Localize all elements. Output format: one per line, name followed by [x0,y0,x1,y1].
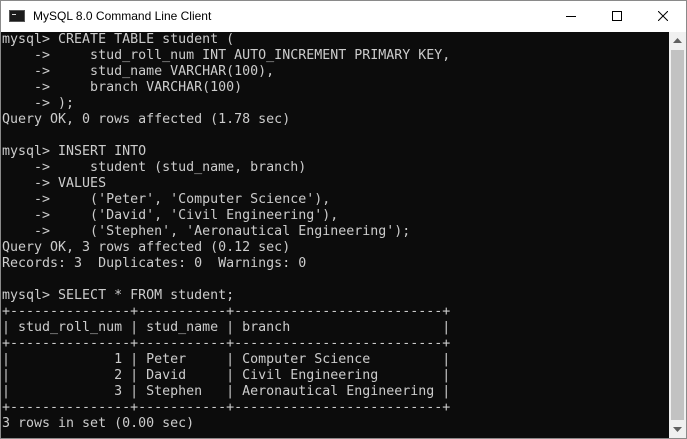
terminal-line: -> stud_roll_num INT AUTO_INCREMENT PRIM… [2,48,451,63]
terminal-line: | 2 | David | Civil Engineering | [2,368,451,383]
terminal-line: -> ); [2,96,75,111]
window-title: MySQL 8.0 Command Line Client [33,9,212,23]
close-icon [658,11,668,21]
terminal-line: mysql> SELECT * FROM student; [2,288,235,303]
scroll-up-button[interactable] [669,32,686,49]
scroll-up-arrow-icon [673,38,682,43]
vertical-scrollbar[interactable] [669,32,686,438]
terminal-line: -> branch VARCHAR(100) [2,80,243,95]
terminal-line: Query OK, 0 rows affected (1.78 sec) [2,112,291,127]
terminal-line: mysql> INSERT INTO [2,144,147,159]
terminal-line: 3 rows in set (0.00 sec) [2,416,195,431]
terminal-line: +---------------+-----------+-----------… [2,336,451,351]
terminal-line: -> student (stud_name, branch) [2,160,307,175]
scroll-down-button[interactable] [669,421,686,438]
window-controls [548,1,686,31]
terminal-lines: mysql> CREATE TABLE student ( -> stud_ro… [2,32,450,438]
terminal-line: -> ('David', 'Civil Engineering'), [2,208,339,223]
terminal-line: +---------------+-----------+-----------… [2,304,451,319]
mysql-console-window: MySQL 8.0 Command Line Client mysql> CRE… [0,0,687,439]
terminal-line: | 3 | Stephen | Aeronautical Engineering… [2,384,451,399]
terminal-line: | stud_roll_num | stud_name | branch | [2,320,451,335]
console-icon[interactable] [9,10,25,22]
terminal-line: -> VALUES [2,176,107,191]
close-button[interactable] [640,1,686,31]
terminal-line: mysql> CREATE TABLE student ( [2,32,235,47]
minimize-icon [566,16,576,17]
terminal-line: Records: 3 Duplicates: 0 Warnings: 0 [2,256,307,271]
maximize-button[interactable] [594,1,640,31]
terminal-line: Query OK, 3 rows affected (0.12 sec) [2,240,291,255]
terminal-line: -> stud_name VARCHAR(100), [2,64,275,79]
terminal-output[interactable]: mysql> CREATE TABLE student ( -> stud_ro… [1,32,669,438]
terminal-line: -> ('Stephen', 'Aeronautical Engineering… [2,224,411,239]
terminal-line: +---------------+-----------+-----------… [2,400,451,415]
scroll-thumb[interactable] [671,50,684,420]
terminal-line: | 1 | Peter | Computer Science | [2,352,451,367]
maximize-icon [612,11,622,21]
minimize-button[interactable] [548,1,594,31]
terminal-line: -> ('Peter', 'Computer Science'), [2,192,331,207]
scroll-down-arrow-icon [673,427,682,432]
title-bar[interactable]: MySQL 8.0 Command Line Client [1,1,686,31]
